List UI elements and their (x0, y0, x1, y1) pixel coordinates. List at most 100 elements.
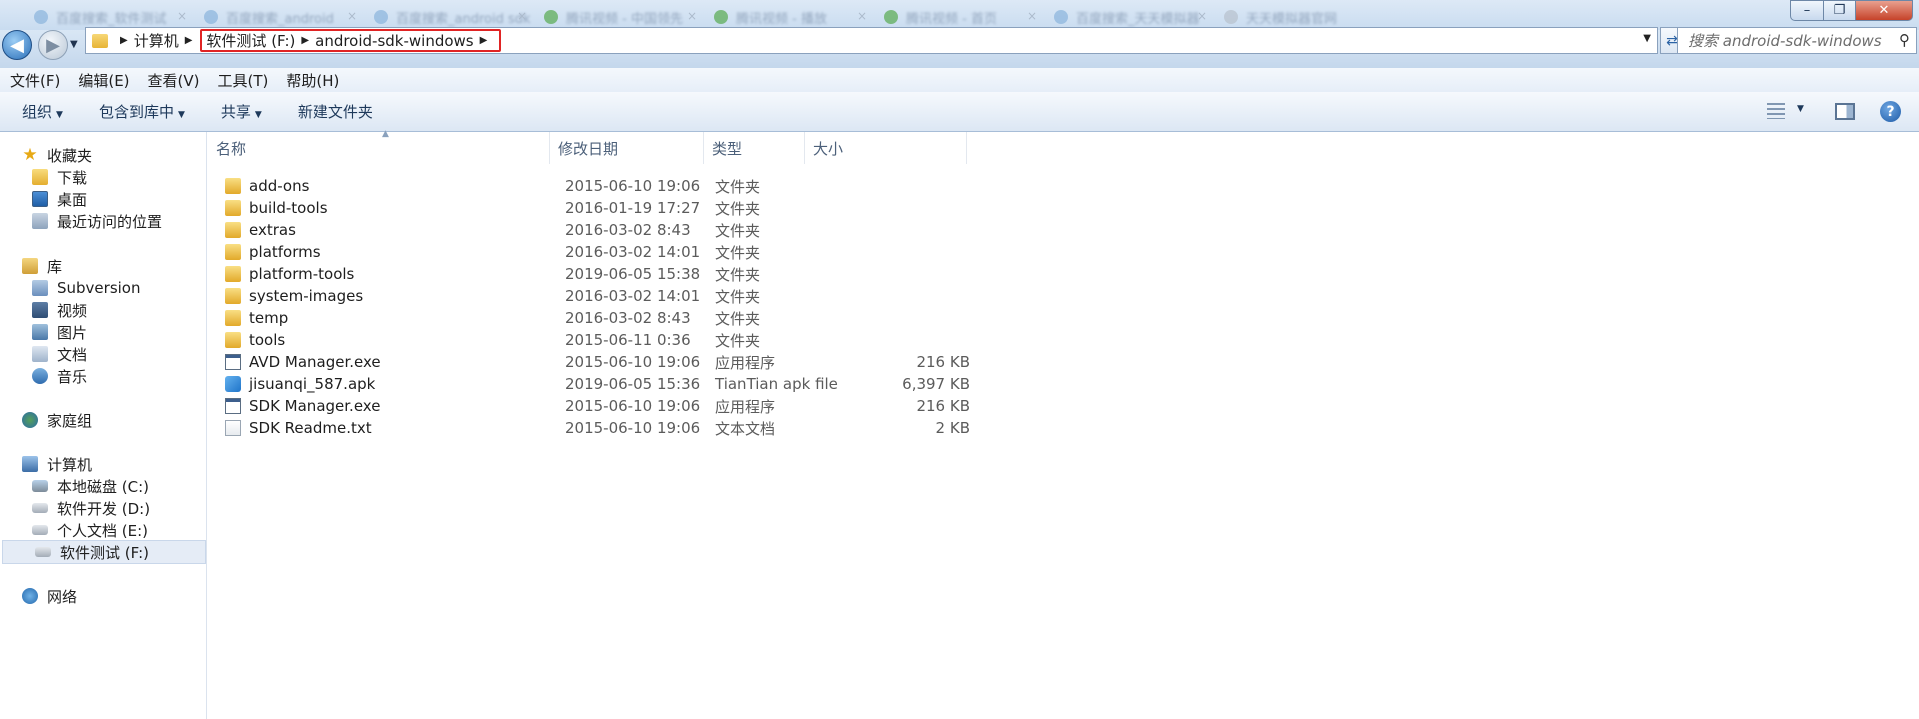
forward-arrow-icon: ▶ (46, 34, 60, 56)
tab-favicon-icon (374, 10, 388, 24)
table-row[interactable]: SDK Manager.exe 2015-06-10 19:06 应用程序 216 K… (225, 395, 1525, 417)
include-in-library-button[interactable]: 包含到库中 ▼ (77, 101, 199, 122)
browser-tab[interactable]: 百度搜索_android sdk × (350, 6, 535, 28)
star-icon: ★ (22, 145, 38, 165)
table-row[interactable]: extras 2016-03-02 8:43 文件夹 (225, 219, 1525, 241)
menu-file[interactable]: 文件(F) (0, 70, 68, 91)
share-button[interactable]: 共享 ▼ (199, 101, 276, 122)
sidebar-item-recent-places[interactable]: 最近访问的位置 (0, 209, 238, 233)
preview-pane-icon[interactable] (1835, 103, 1855, 120)
search-placeholder: 搜索 android-sdk-windows (1688, 32, 1882, 50)
exe-icon (225, 354, 241, 370)
breadcrumb-android-sdk[interactable]: android-sdk-windows (315, 32, 474, 50)
search-icon[interactable]: ⚲ (1899, 31, 1910, 49)
chevron-right-icon[interactable]: ▶ (480, 35, 488, 46)
drive-icon (32, 503, 48, 513)
forward-button[interactable]: ▶ (38, 30, 68, 60)
chevron-right-icon[interactable]: ▶ (185, 35, 193, 46)
sidebar-item-videos[interactable]: 视频 (0, 298, 238, 322)
document-icon (32, 346, 48, 362)
search-input[interactable]: 搜索 android-sdk-windows ⚲ (1677, 27, 1917, 54)
view-options-dropdown-icon[interactable]: ▼ (1797, 104, 1804, 114)
address-bar[interactable]: ▶ 计算机 ▶ 软件测试 (F:) ▶ android-sdk-windows … (85, 27, 1658, 54)
sidebar-item-music[interactable]: 音乐 (0, 364, 238, 388)
view-list-icon[interactable] (1767, 103, 1785, 119)
browser-tab[interactable]: 腾讯视频 - 中国领先 × (520, 6, 705, 28)
system-drive-icon (32, 480, 48, 492)
back-button[interactable]: ◀ (2, 30, 32, 60)
table-row[interactable]: AVD Manager.exe 2015-06-10 19:06 应用程序 216 K… (225, 351, 1525, 373)
video-icon (32, 302, 48, 318)
picture-icon (32, 324, 48, 340)
sidebar-favorites[interactable]: ★ 收藏夹 (0, 143, 228, 167)
browser-tab[interactable]: 百度搜索_软件测试 × (10, 6, 195, 28)
table-row[interactable]: temp 2016-03-02 8:43 文件夹 (225, 307, 1525, 329)
recent-places-icon (32, 213, 48, 229)
browser-tab[interactable]: 腾讯视频 - 首页 × (860, 6, 1045, 28)
menu-bar: 文件(F) 编辑(E) 查看(V) 工具(T) 帮助(H) (0, 68, 1919, 92)
table-row[interactable]: platforms 2016-03-02 14:01 文件夹 (225, 241, 1525, 263)
sidebar-libraries[interactable]: 库 (0, 254, 228, 278)
breadcrumb-computer[interactable]: 计算机 (134, 30, 179, 51)
sidebar-item-drive-d[interactable]: 软件开发 (D:) (0, 496, 238, 520)
file-list: ▲ 名称 修改日期 类型 大小 add-ons 2015-06-10 19:06 文… (208, 129, 1919, 719)
table-row[interactable]: build-tools 2016-01-19 17:27 文件夹 (225, 197, 1525, 219)
folder-icon (225, 266, 241, 282)
menu-view[interactable]: 查看(V) (138, 70, 208, 91)
browser-tab[interactable]: 腾讯视频 - 播放 × (690, 6, 875, 28)
minimize-button[interactable]: – (1790, 0, 1824, 21)
folder-icon (225, 178, 241, 194)
apk-icon (225, 376, 241, 392)
browser-tab[interactable]: 天天模拟器官网 (1200, 6, 1385, 28)
menu-help[interactable]: 帮助(H) (276, 70, 347, 91)
new-folder-button[interactable]: 新建文件夹 (276, 101, 387, 122)
table-row[interactable]: jisuanqi_587.apk 2019-06-05 15:36 TianTian… (225, 373, 1525, 395)
libraries-icon (22, 258, 38, 274)
exe-icon (225, 398, 241, 414)
sidebar-item-drive-f[interactable]: 软件测试 (F:) (2, 540, 206, 564)
tab-favicon-icon (204, 10, 218, 24)
sidebar-item-drive-e[interactable]: 个人文档 (E:) (0, 518, 238, 542)
chevron-right-icon[interactable]: ▶ (120, 35, 128, 46)
music-icon (32, 368, 48, 384)
browser-tab[interactable]: 百度搜索_android × (180, 6, 365, 28)
chevron-right-icon[interactable]: ▶ (301, 35, 309, 46)
table-row[interactable]: add-ons 2015-06-10 19:06 文件夹 (225, 175, 1525, 197)
close-button[interactable]: ✕ (1855, 0, 1913, 21)
breadcrumb-drive-f[interactable]: 软件测试 (F:) (206, 30, 295, 51)
sidebar-item-subversion[interactable]: Subversion (0, 276, 238, 300)
column-date-modified[interactable]: 修改日期 (550, 132, 704, 164)
table-row[interactable]: tools 2015-06-11 0:36 文件夹 (225, 329, 1525, 351)
tab-favicon-icon (1054, 10, 1068, 24)
sidebar-item-documents[interactable]: 文档 (0, 342, 238, 366)
menu-tools[interactable]: 工具(T) (208, 70, 277, 91)
sidebar-item-pictures[interactable]: 图片 (0, 320, 238, 344)
sidebar-network[interactable]: 网络 (0, 584, 228, 608)
menu-edit[interactable]: 编辑(E) (68, 70, 137, 91)
browser-tab[interactable]: 百度搜索_天天模拟器 × (1030, 6, 1215, 28)
sidebar-computer[interactable]: 计算机 (0, 452, 228, 476)
column-size[interactable]: 大小 (805, 132, 967, 164)
sidebar-item-desktop[interactable]: 桌面 (0, 187, 238, 211)
title-bar: 百度搜索_软件测试 × 百度搜索_android × 百度搜索_android sd… (0, 0, 1919, 30)
recent-pages-dropdown-icon[interactable]: ▼ (70, 39, 78, 50)
homegroup-icon (22, 412, 38, 428)
address-history-dropdown-icon[interactable]: ▼ (1643, 33, 1651, 44)
column-type[interactable]: 类型 (704, 132, 805, 164)
help-icon[interactable]: ? (1880, 101, 1901, 122)
maximize-button[interactable]: ❐ (1823, 0, 1856, 21)
table-row[interactable]: SDK Readme.txt 2015-06-10 19:06 文本文档 2 KB (225, 417, 1525, 439)
tab-favicon-icon (714, 10, 728, 24)
folder-icon (225, 310, 241, 326)
sidebar-item-downloads[interactable]: 下载 (0, 165, 238, 189)
tab-favicon-icon (884, 10, 898, 24)
caret-down-icon: ▼ (254, 110, 262, 120)
table-row[interactable]: system-images 2016-03-02 14:01 文件夹 (225, 285, 1525, 307)
column-header: ▲ 名称 修改日期 类型 大小 (208, 129, 1919, 164)
column-name[interactable]: 名称 (208, 132, 550, 164)
caret-down-icon: ▼ (56, 110, 63, 120)
table-row[interactable]: platform-tools 2019-06-05 15:38 文件夹 (225, 263, 1525, 285)
organize-button[interactable]: 组织 ▼ (0, 101, 77, 122)
sidebar-item-drive-c[interactable]: 本地磁盘 (C:) (0, 474, 238, 498)
sidebar-homegroup[interactable]: 家庭组 (0, 408, 228, 432)
